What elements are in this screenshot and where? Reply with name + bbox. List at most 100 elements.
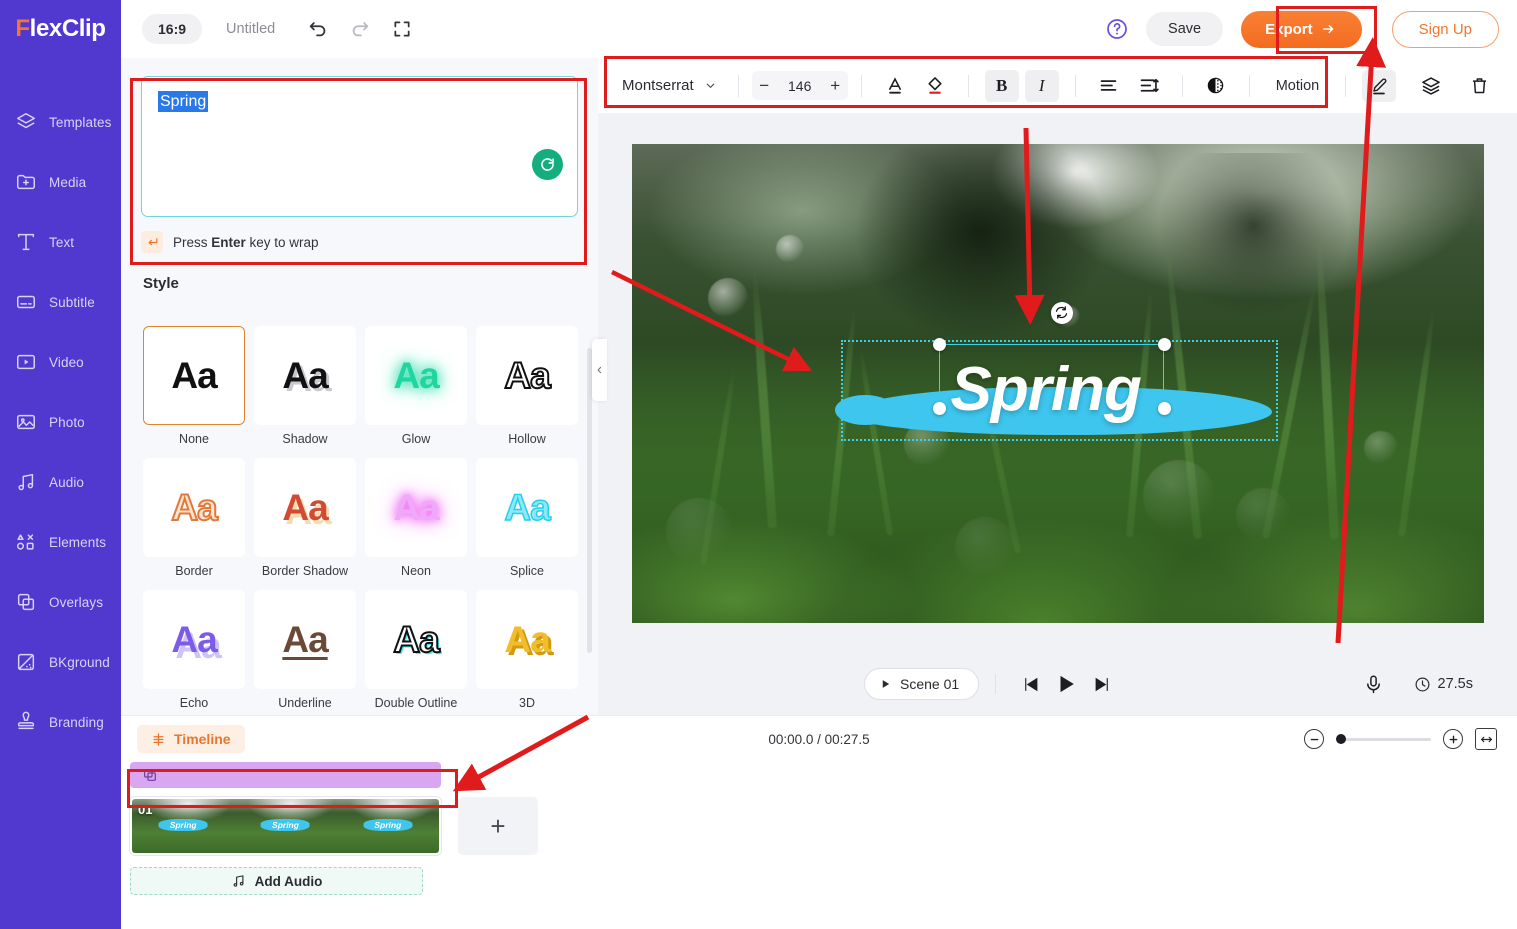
sidebar-item-video[interactable]: Video [0,332,121,392]
bold-icon[interactable]: B [984,69,1019,102]
sidebar-item-audio[interactable]: Audio [0,452,121,512]
font-size-input[interactable] [776,71,823,100]
style-option-none[interactable]: Aa None [143,326,245,446]
italic-icon[interactable]: I [1024,69,1059,102]
resize-handle-bottom-left[interactable] [932,401,946,415]
text-input-textarea[interactable]: Spring [141,76,578,217]
timeline-tab-label: Timeline [174,731,231,747]
style-preview: Aa [476,458,578,557]
sidebar-item-media[interactable]: Media [0,152,121,212]
brand-rest: lexClip [29,15,106,42]
style-label: Border Shadow [261,564,349,578]
style-option-neon[interactable]: Aa Neon [365,458,467,578]
music-note-icon [14,470,38,494]
layers-stack-icon[interactable] [1414,70,1448,102]
redo-icon[interactable] [346,15,374,43]
font-color-a-icon[interactable] [878,70,912,102]
motion-button[interactable]: Motion [1263,71,1333,101]
timeline-overlay-track[interactable] [130,762,441,788]
sidebar-item-branding[interactable]: Branding [0,692,121,752]
add-clip-button[interactable]: + [458,797,538,855]
sidebar-item-bkground[interactable]: BKground [0,632,121,692]
project-title-input[interactable]: Untitled [226,21,275,37]
sidebar-item-templates[interactable]: Templates [0,92,121,152]
sidebar-item-photo[interactable]: Photo [0,392,121,452]
style-label: Shadow [282,432,328,446]
skip-next-icon[interactable] [1084,666,1120,702]
align-left-icon[interactable] [1092,70,1126,102]
play-small-icon [882,680,890,688]
style-section-heading: Style [143,275,179,292]
undo-icon[interactable] [304,15,332,43]
fit-width-icon[interactable] [1475,728,1497,750]
bg-dark-foliage [835,143,1126,364]
style-option-border-shadow[interactable]: Aa Border Shadow [254,458,356,578]
add-audio-label: Add Audio [254,873,323,889]
resize-handle-bottom-right[interactable] [1157,401,1171,415]
tab-timeline[interactable]: Timeline [137,725,245,753]
skip-previous-icon[interactable] [1012,666,1048,702]
video-canvas[interactable]: Spring [631,143,1484,623]
overlays-icon [144,769,156,781]
rotate-icon[interactable] [1050,301,1073,324]
style-option-splice[interactable]: Aa Splice [476,458,578,578]
font-size-increase[interactable]: + [822,71,848,100]
style-label: 3D [519,696,535,710]
sidebar-item-overlays[interactable]: Overlays [0,572,121,632]
style-option-border[interactable]: Aa Border [143,458,245,578]
fullscreen-icon[interactable] [388,15,416,43]
line-spacing-icon[interactable] [1132,70,1166,102]
zoom-in-icon[interactable] [1443,729,1463,749]
style-list-scroll[interactable]: Aa None Aa Shadow Aa Glow Aa Hollow Aa B… [121,326,598,715]
clip-thumbnail: Spring [336,799,439,853]
text-t-icon [14,230,38,254]
app-logo[interactable]: FlexClip [0,0,121,58]
resize-handle-top-right[interactable] [1157,337,1171,351]
text-edit-panel: Spring Press Enter key to wrap Style Aa … [121,58,598,715]
signup-button[interactable]: Sign Up [1391,10,1499,48]
style-option-hollow[interactable]: Aa Hollow [476,326,578,446]
brand-f: F [15,15,30,42]
sidebar-item-text[interactable]: Text [0,212,121,272]
style-option-shadow[interactable]: Aa Shadow [254,326,356,446]
sidebar-item-subtitle[interactable]: Subtitle [0,272,121,332]
canvas-text-element[interactable]: Spring [834,301,1278,441]
font-family-select[interactable]: Montserrat [614,71,725,100]
thumb-text-label: Spring [158,818,208,831]
help-circle-icon[interactable] [1100,12,1134,46]
zoom-slider[interactable] [1336,734,1431,744]
thumb-text-label: Spring [261,818,310,831]
refresh-icon[interactable] [532,149,563,180]
microphone-icon[interactable] [1356,666,1392,702]
shapes-icon [14,530,38,554]
add-audio-button[interactable]: Add Audio [130,867,423,895]
folder-plus-icon [14,170,38,194]
timeline-clip[interactable]: Spring Spring Spring 01 [130,797,441,855]
text-toolbar: Montserrat − + B I [598,58,1517,113]
style-option-3d[interactable]: Aa 3D [476,590,578,710]
zoom-out-icon[interactable] [1304,729,1324,749]
save-button[interactable]: Save [1146,12,1224,46]
trash-icon[interactable] [1462,70,1496,102]
export-button[interactable]: Export [1241,10,1362,48]
preview-stage: Montserrat − + B I [598,58,1517,715]
style-option-double-outline[interactable]: Aa Double Outline [365,590,467,710]
paint-bucket-icon[interactable] [918,70,952,102]
text-input-value: Spring [158,91,209,112]
style-option-echo[interactable]: Aa Echo [143,590,245,710]
resize-handle-top-left[interactable] [932,337,946,351]
style-option-glow[interactable]: Aa Glow [365,326,467,446]
style-label: Underline [278,696,332,710]
scene-selector-button[interactable]: Scene 01 [864,668,980,700]
wrap-hint-prefix: Press [173,234,212,250]
pen-edit-icon[interactable] [1362,69,1397,102]
collapse-panel-button[interactable] [592,339,607,401]
zoom-slider-knob[interactable] [1336,734,1346,744]
play-button[interactable] [1048,666,1084,702]
font-size-decrease[interactable]: − [751,71,777,100]
wrap-hint-key: Enter [211,234,246,250]
aspect-ratio-button[interactable]: 16:9 [142,14,203,44]
sidebar-item-elements[interactable]: Elements [0,512,121,572]
style-option-underline[interactable]: Aa Underline [254,590,356,710]
opacity-icon[interactable] [1199,70,1233,102]
